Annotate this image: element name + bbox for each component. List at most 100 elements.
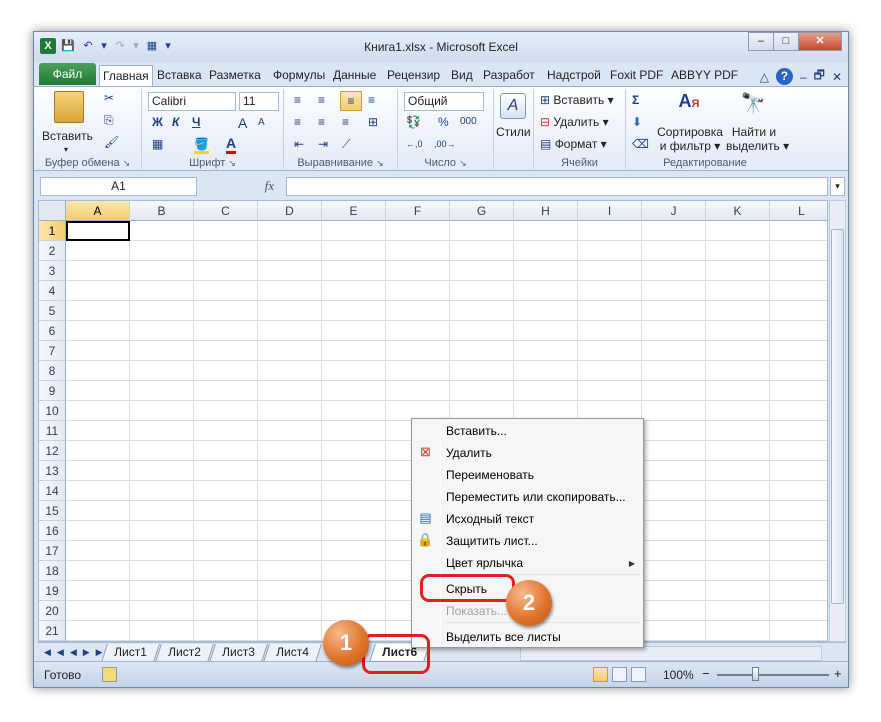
menu-tab-color[interactable]: Цвет ярлычка <box>446 556 523 570</box>
copy-icon[interactable]: ⎘ <box>104 113 114 128</box>
thousands-button[interactable]: 000 <box>460 116 477 127</box>
zoom-out-button[interactable]: − <box>702 666 710 681</box>
row-header[interactable]: 21 <box>39 621 66 641</box>
maximize-button[interactable]: □ <box>773 32 799 51</box>
borders-icon[interactable]: ▦ <box>152 137 163 151</box>
zoom-slider-thumb[interactable] <box>752 667 759 681</box>
menu-delete[interactable]: Удалить <box>446 446 492 460</box>
tab-data[interactable]: Данные <box>330 65 379 86</box>
grow-font-button[interactable]: A <box>238 115 247 131</box>
doc-close-icon[interactable]: ✕ <box>832 70 842 84</box>
tab-page-layout[interactable]: Разметка <box>206 65 264 86</box>
menu-insert[interactable]: Вставить... <box>446 424 507 438</box>
column-header[interactable]: F <box>386 201 450 221</box>
find-select-icon[interactable]: 🔭 <box>738 91 768 121</box>
currency-icon[interactable]: 💱 <box>406 115 421 129</box>
cut-icon[interactable]: ✂ <box>104 91 114 105</box>
page-layout-view-button[interactable] <box>612 667 627 682</box>
tab-file[interactable]: Файл <box>39 63 96 85</box>
clipboard-launcher-icon[interactable]: ↘ <box>123 158 131 168</box>
row-header[interactable]: 4 <box>39 281 66 301</box>
increase-decimal-button[interactable]: ←,0 <box>406 139 423 149</box>
zoom-level[interactable]: 100% <box>663 668 694 682</box>
align-right-icon[interactable]: ≡ <box>342 115 349 129</box>
fx-button[interactable]: fx <box>204 177 284 196</box>
column-header[interactable]: C <box>194 201 258 221</box>
minimize-ribbon-icon[interactable]: △ <box>760 70 769 84</box>
row-header[interactable]: 8 <box>39 361 66 381</box>
help-icon[interactable]: ? <box>775 68 793 85</box>
shrink-font-button[interactable]: A <box>258 117 265 128</box>
autosum-icon[interactable]: Σ <box>632 93 639 107</box>
doc-minimize-icon[interactable]: – <box>800 70 807 84</box>
paste-icon[interactable] <box>54 91 84 123</box>
styles-icon[interactable]: A <box>500 93 526 119</box>
column-header[interactable]: E <box>322 201 386 221</box>
row-header[interactable]: 13 <box>39 461 66 481</box>
column-header[interactable]: H <box>514 201 578 221</box>
active-cell-a1[interactable] <box>66 221 130 241</box>
column-header[interactable]: I <box>578 201 642 221</box>
font-launcher-icon[interactable]: ↘ <box>228 158 236 168</box>
font-color-icon[interactable]: A <box>226 135 237 154</box>
expand-formula-bar-icon[interactable]: ▾ <box>830 177 845 196</box>
row-header[interactable]: 5 <box>39 301 66 321</box>
sheet-tab-2[interactable]: Лист2 <box>155 644 214 662</box>
menu-move-copy[interactable]: Переместить или скопировать... <box>446 490 626 504</box>
column-header[interactable]: L <box>770 201 827 221</box>
row-header[interactable]: 12 <box>39 441 66 461</box>
insert-cells-button[interactable]: ⊞ Вставить ▾ <box>540 93 614 107</box>
format-painter-icon[interactable]: 🖌 <box>104 135 119 149</box>
formula-input[interactable] <box>286 177 828 196</box>
column-header[interactable]: D <box>258 201 322 221</box>
underline-button[interactable]: Ч <box>192 115 200 129</box>
menu-protect-sheet[interactable]: Защитить лист... <box>446 534 538 548</box>
zoom-in-button[interactable]: + <box>834 666 842 681</box>
vertical-scroll-thumb[interactable] <box>831 229 844 604</box>
tab-home[interactable]: Главная <box>99 65 153 86</box>
tab-insert[interactable]: Вставка <box>154 65 205 86</box>
font-name-select[interactable]: Calibri <box>148 92 236 111</box>
tab-addins[interactable]: Надстрой <box>544 65 604 86</box>
page-break-view-button[interactable] <box>631 667 646 682</box>
find-select-button[interactable]: Найти и выделить ▾ <box>726 125 789 153</box>
wrap-text-icon[interactable]: ≡ <box>368 93 375 107</box>
row-header[interactable]: 18 <box>39 561 66 581</box>
macro-record-icon[interactable] <box>102 667 117 682</box>
row-header[interactable]: 2 <box>39 241 66 261</box>
percent-button[interactable]: % <box>438 115 449 129</box>
align-center-icon[interactable]: ≡ <box>318 115 325 129</box>
minimize-button[interactable]: – <box>748 32 774 51</box>
tab-foxit-pdf[interactable]: Foxit PDF <box>607 65 666 86</box>
row-header[interactable]: 16 <box>39 521 66 541</box>
sheet-tab-1[interactable]: Лист1 <box>101 644 160 662</box>
italic-button[interactable]: К <box>172 115 179 129</box>
column-header[interactable]: J <box>642 201 706 221</box>
alignment-launcher-icon[interactable]: ↘ <box>376 158 384 168</box>
decrease-decimal-button[interactable]: ,00→ <box>434 139 456 149</box>
align-bottom-icon[interactable]: ≡ <box>340 91 362 111</box>
fill-down-icon[interactable]: ⬇ <box>632 115 642 129</box>
menu-view-code[interactable]: Исходный текст <box>446 512 534 526</box>
row-header[interactable]: 20 <box>39 601 66 621</box>
tab-developer[interactable]: Разработ <box>480 65 538 86</box>
normal-view-button[interactable] <box>593 667 608 682</box>
doc-restore-icon[interactable]: 🗗 <box>814 66 825 87</box>
number-format-select[interactable]: Общий <box>404 92 484 111</box>
close-button[interactable]: ✕ <box>798 32 842 51</box>
orientation-icon[interactable]: ⟋ <box>342 137 350 152</box>
align-top-icon[interactable]: ≡ <box>294 93 301 107</box>
decrease-indent-icon[interactable]: ⇤ <box>294 137 304 151</box>
clear-icon[interactable]: ⌫ <box>632 137 649 151</box>
row-header[interactable]: 7 <box>39 341 66 361</box>
column-header[interactable]: A <box>66 201 130 221</box>
sort-filter-icon[interactable]: AЯ <box>674 91 704 121</box>
align-left-icon[interactable]: ≡ <box>294 115 301 129</box>
row-header[interactable]: 15 <box>39 501 66 521</box>
increase-indent-icon[interactable]: ⇥ <box>318 137 328 151</box>
row-header[interactable]: 6 <box>39 321 66 341</box>
delete-cells-button[interactable]: ⊟ Удалить ▾ <box>540 115 609 129</box>
fill-color-icon[interactable]: 🪣 <box>194 137 209 154</box>
tab-abbyy-pdf[interactable]: ABBYY PDF <box>668 65 741 86</box>
column-header[interactable]: G <box>450 201 514 221</box>
